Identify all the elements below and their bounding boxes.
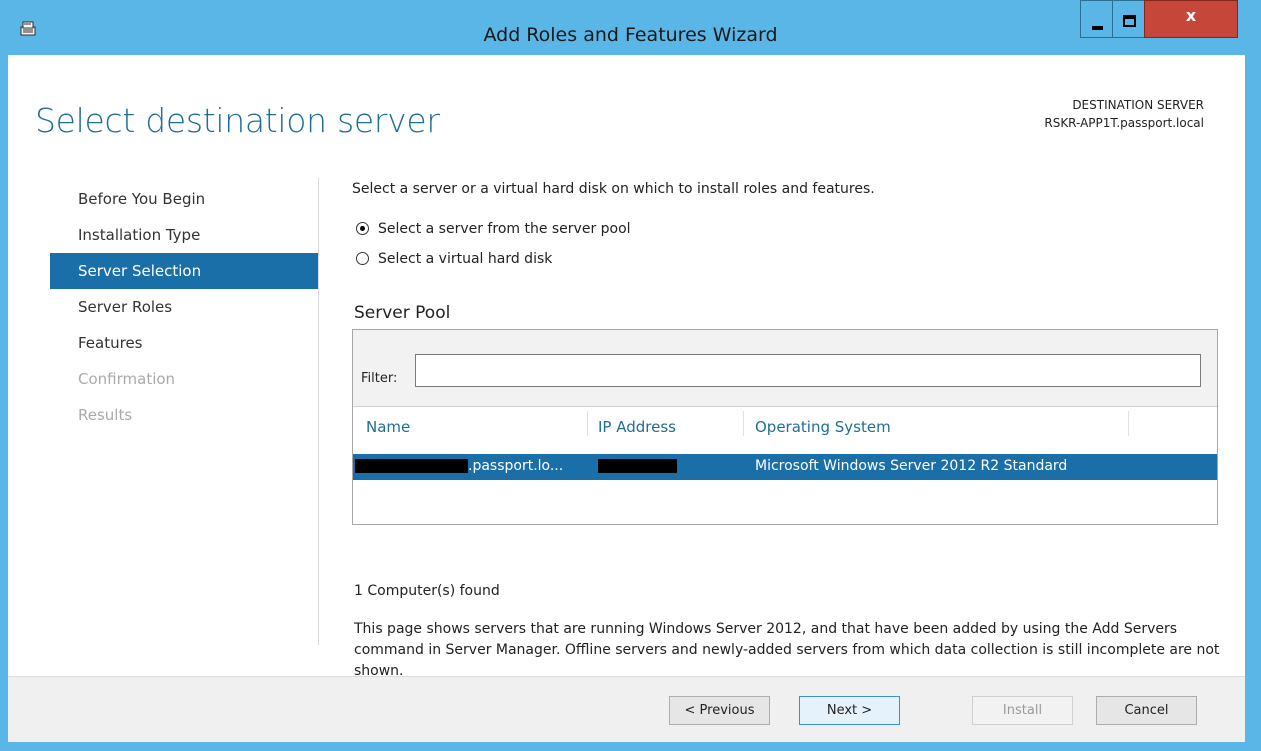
column-divider[interactable] [743,411,744,436]
nav-item-installation-type[interactable]: Installation Type [50,217,318,253]
nav-item-before-you-begin[interactable]: Before You Begin [50,181,318,217]
nav-item-results: Results [78,406,133,424]
radio-server-pool-label: Select a server from the server pool [378,221,631,237]
filter-label: Filter: [361,371,398,386]
destination-server-info: DESTINATION SERVER RSKR-APP1T.passport.l… [1044,96,1204,132]
column-divider[interactable] [1128,411,1129,436]
column-divider[interactable] [587,411,588,436]
filter-input[interactable] [415,354,1201,387]
destination-server-label: DESTINATION SERVER [1072,98,1204,112]
server-pool-title: Server Pool [354,303,451,323]
column-header-ip-address[interactable]: IP Address [598,418,676,436]
nav-item-server-selection[interactable]: Server Selection [50,253,318,289]
minimize-button[interactable] [1080,0,1113,38]
window-title: Add Roles and Features Wizard [483,24,778,46]
nav-divider [318,178,319,645]
page-title: Select destination server [35,101,440,140]
cell-server-name: .passport.lo... [355,458,563,474]
cell-operating-system: Microsoft Windows Server 2012 R2 Standar… [755,458,1068,474]
column-header-name[interactable]: Name [366,418,410,436]
close-button[interactable]: x [1144,0,1238,38]
title-bar[interactable]: Add Roles and Features Wizard x [0,0,1261,54]
server-pool-panel: Filter: Name IP Address Operating System… [352,329,1218,525]
intro-text: Select a server or a virtual hard disk o… [352,181,875,197]
button-bar: < Previous Next > Install Cancel [8,676,1245,742]
table-header: Name IP Address Operating System [353,408,1217,436]
nav-item-confirmation: Confirmation [78,370,176,388]
radio-virtual-hard-disk-label: Select a virtual hard disk [378,251,553,267]
server-name-suffix: .passport.lo... [468,458,564,474]
previous-button[interactable]: < Previous [669,696,770,725]
nav-item-server-roles[interactable]: Server Roles [50,289,318,325]
destination-server-name: RSKR-APP1T.passport.local [1044,116,1204,130]
cell-ip-address [598,458,677,474]
column-header-operating-system[interactable]: Operating System [755,418,891,436]
filter-bar: Filter: [353,330,1217,407]
next-button[interactable]: Next > [799,696,900,725]
wizard-body: Select destination server DESTINATION SE… [8,55,1245,742]
table-row[interactable]: .passport.lo... Microsoft Windows Server… [353,454,1217,480]
info-note: This page shows servers that are running… [354,621,1220,679]
maximize-icon [1123,15,1136,27]
maximize-button[interactable] [1112,0,1145,38]
computers-found-count: 1 Computer(s) found [354,583,500,599]
cancel-button[interactable]: Cancel [1096,696,1197,725]
wizard-window: Add Roles and Features Wizard x Select d… [0,0,1261,751]
redacted-block [598,459,677,473]
radio-virtual-hard-disk[interactable]: Select a virtual hard disk [356,249,552,269]
wizard-nav: Before You Begin Installation Type Serve… [50,181,318,433]
radio-unselected-icon[interactable] [356,251,369,265]
radio-server-pool[interactable]: Select a server from the server pool [356,219,631,239]
nav-item-features[interactable]: Features [50,325,318,361]
radio-selected-icon[interactable] [356,221,369,235]
install-button: Install [972,696,1073,725]
redacted-block [355,459,468,473]
minimize-icon [1092,26,1103,30]
close-icon: x [1185,6,1197,25]
